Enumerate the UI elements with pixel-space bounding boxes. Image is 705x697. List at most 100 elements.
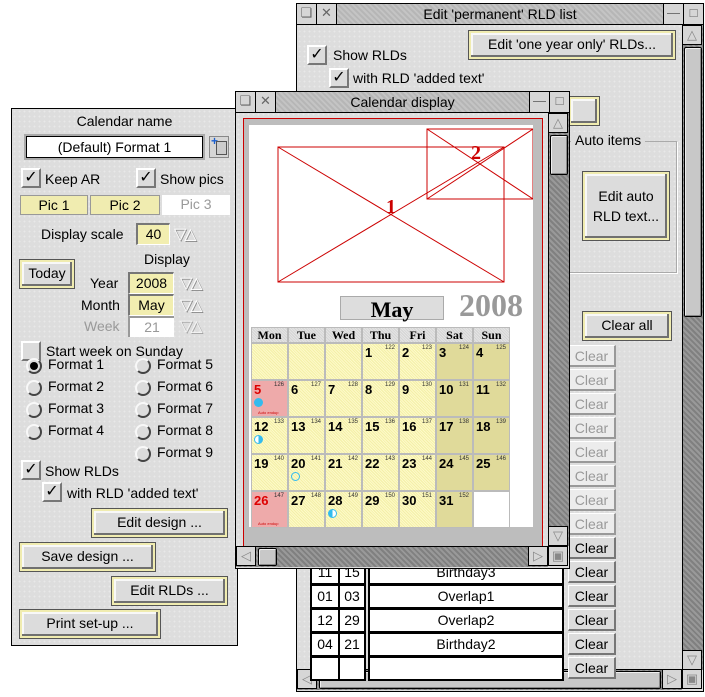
rld-month-field[interactable]: 01 — [310, 585, 340, 609]
calendar-day-cell[interactable]: 10 131 — [436, 380, 473, 417]
clear-button-disabled[interactable]: Clear — [568, 465, 616, 487]
edit-one-year-rlds-button[interactable]: Edit 'one year only' RLDs... — [468, 30, 676, 60]
format-radio-6[interactable] — [135, 380, 151, 396]
clear-all-button[interactable]: Clear all — [582, 311, 672, 341]
calendar-day-cell[interactable]: 8 129 — [362, 380, 399, 417]
calendar-day-cell[interactable]: 9 130 — [399, 380, 436, 417]
format-radio-5[interactable] — [135, 358, 151, 374]
calendar-horizontal-scroll-thumb[interactable] — [258, 548, 277, 566]
format-radio-4[interactable] — [26, 424, 42, 440]
pic-3-button[interactable]: Pic 3 — [162, 195, 230, 215]
pic-2-button[interactable]: Pic 2 — [90, 195, 160, 215]
calendar-day-cell[interactable]: 3 124 — [436, 343, 473, 380]
calendar-list-icon[interactable]: + — [209, 134, 229, 158]
calendar-day-cell[interactable]: 27 148 — [288, 491, 325, 528]
calendar-day-cell[interactable]: 22 143 — [362, 454, 399, 491]
calendar-page[interactable]: 1 2 May 2008 Mon Tue Wed Thu Fri Sat Sun 1 122 2 1… — [249, 125, 533, 528]
back-icon[interactable]: ❏ — [236, 92, 256, 112]
rld-month-field[interactable] — [310, 657, 340, 681]
added-text-checkbox[interactable]: ✓ — [42, 482, 62, 502]
clear-button-disabled[interactable]: Clear — [568, 369, 616, 391]
resize-icon[interactable]: ▣ — [548, 546, 568, 566]
rld-month-field[interactable]: 04 — [310, 633, 340, 657]
rld-day-field[interactable]: 21 — [338, 633, 366, 657]
iconise-icon[interactable]: — — [529, 92, 549, 112]
calendar-day-cell[interactable]: 6 127 — [288, 380, 325, 417]
calendar-day-cell[interactable]: 24 145 — [436, 454, 473, 491]
pic-1-button[interactable]: Pic 1 — [20, 195, 88, 215]
scroll-down-icon[interactable]: ▽ — [548, 526, 568, 546]
save-design-button[interactable]: Save design ... — [19, 542, 156, 572]
scroll-up-icon[interactable]: △ — [682, 25, 702, 45]
scroll-down-icon[interactable]: ▽ — [682, 650, 702, 670]
resize-icon[interactable]: ▣ — [682, 669, 702, 689]
rld-month-field[interactable]: 12 — [310, 609, 340, 633]
calendar-day-cell[interactable]: 20 141 — [288, 454, 325, 491]
show-pics-checkbox[interactable]: ✓ — [136, 168, 156, 188]
calendar-day-cell[interactable]: 25 146 — [473, 454, 510, 491]
calendar-day-cell[interactable]: 17 138 — [436, 417, 473, 454]
display-scale-field[interactable]: 40 — [136, 223, 170, 245]
scroll-up-icon[interactable]: △ — [548, 113, 568, 133]
rld-window-titlebar[interactable]: ❏ ✕ Edit 'permanent' RLD list — □ — [297, 4, 703, 25]
show-rlds-checkbox[interactable]: ✓ — [21, 460, 41, 480]
clear-button-disabled[interactable]: Clear — [568, 345, 616, 367]
calendar-name-input[interactable]: (Default) Format 1 — [26, 136, 203, 158]
rld-vertical-scroll-thumb[interactable] — [684, 47, 702, 317]
calendar-day-cell[interactable]: 11 132 — [473, 380, 510, 417]
rld-name-field[interactable]: Birthday2 — [368, 633, 564, 657]
rld-day-field[interactable] — [338, 657, 366, 681]
calendar-day-cell[interactable]: 15 136 — [362, 417, 399, 454]
year-stepper-icon[interactable]: ▽△ — [180, 273, 203, 293]
calendar-day-cell[interactable]: 14 135 — [325, 417, 362, 454]
calendar-day-cell[interactable]: 5 126 Auto endup — [251, 380, 288, 417]
format-radio-8[interactable] — [135, 424, 151, 440]
year-field[interactable]: 2008 — [128, 272, 174, 294]
calendar-vertical-scroll-thumb[interactable] — [550, 135, 568, 175]
today-button[interactable]: Today — [19, 259, 75, 289]
calendar-day-cell[interactable]: 2 123 — [399, 343, 436, 380]
calendar-day-cell[interactable]: 12 133 — [251, 417, 288, 454]
calendar-day-cell[interactable]: 16 137 — [399, 417, 436, 454]
calendar-vertical-scrollbar[interactable]: △ ▽ — [548, 113, 569, 546]
calendar-horizontal-scrollbar[interactable]: ◁ ▷ — [236, 546, 548, 567]
format-radio-3[interactable] — [26, 402, 42, 418]
calendar-day-cell[interactable]: 18 139 — [473, 417, 510, 454]
back-icon[interactable]: ❏ — [297, 4, 317, 24]
clear-button-disabled[interactable]: Clear — [568, 441, 616, 463]
scroll-left-icon[interactable]: ◁ — [236, 546, 256, 566]
clear-button-disabled[interactable]: Clear — [568, 393, 616, 415]
calendar-day-cell[interactable]: 26 147 Auto endup — [251, 491, 288, 528]
format-radio-2[interactable] — [26, 380, 42, 396]
calendar-window-titlebar[interactable]: ❏ ✕ Calendar display — □ — [236, 92, 569, 113]
calendar-day-cell[interactable]: 21 142 — [325, 454, 362, 491]
edit-rlds-button[interactable]: Edit RLDs ... — [111, 576, 228, 606]
week-stepper-icon[interactable]: ▽△ — [180, 316, 203, 336]
calendar-day-cell[interactable]: 29 150 — [362, 491, 399, 528]
format-radio-9[interactable] — [135, 446, 151, 462]
rld-vertical-scrollbar[interactable]: △ ▽ — [682, 25, 703, 670]
scroll-right-icon[interactable]: ▷ — [528, 546, 548, 566]
week-field[interactable]: 21 — [128, 316, 174, 337]
calendar-day-cell[interactable]: 4 125 — [473, 343, 510, 380]
close-icon[interactable]: ✕ — [317, 4, 337, 24]
edit-auto-rld-text-button[interactable]: Edit auto RLD text... — [582, 171, 670, 241]
rld-name-field[interactable]: Overlap2 — [368, 609, 564, 633]
rld-name-field[interactable]: Overlap1 — [368, 585, 564, 609]
close-icon[interactable]: ✕ — [256, 92, 276, 112]
clear-button-disabled[interactable]: Clear — [568, 489, 616, 511]
rld-added-text-checkbox[interactable]: ✓ — [329, 68, 349, 88]
toggle-size-icon[interactable]: □ — [683, 4, 703, 24]
calendar-day-cell[interactable]: 19 140 — [251, 454, 288, 491]
keep-ar-checkbox[interactable]: ✓ — [21, 168, 41, 188]
calendar-day-cell[interactable]: 1 122 — [362, 343, 399, 380]
calendar-day-cell[interactable]: 31 152 — [436, 491, 473, 528]
edit-design-button[interactable]: Edit design ... — [91, 508, 228, 538]
format-radio-7[interactable] — [135, 402, 151, 418]
display-scale-stepper-icon[interactable]: ▽△ — [174, 224, 197, 244]
month-field[interactable]: May — [128, 294, 174, 316]
calendar-day-cell[interactable]: 28 149 — [325, 491, 362, 528]
clear-button[interactable]: Clear — [568, 585, 616, 607]
clear-button-disabled[interactable]: Clear — [568, 513, 616, 535]
calendar-day-cell[interactable]: 30 151 — [399, 491, 436, 528]
